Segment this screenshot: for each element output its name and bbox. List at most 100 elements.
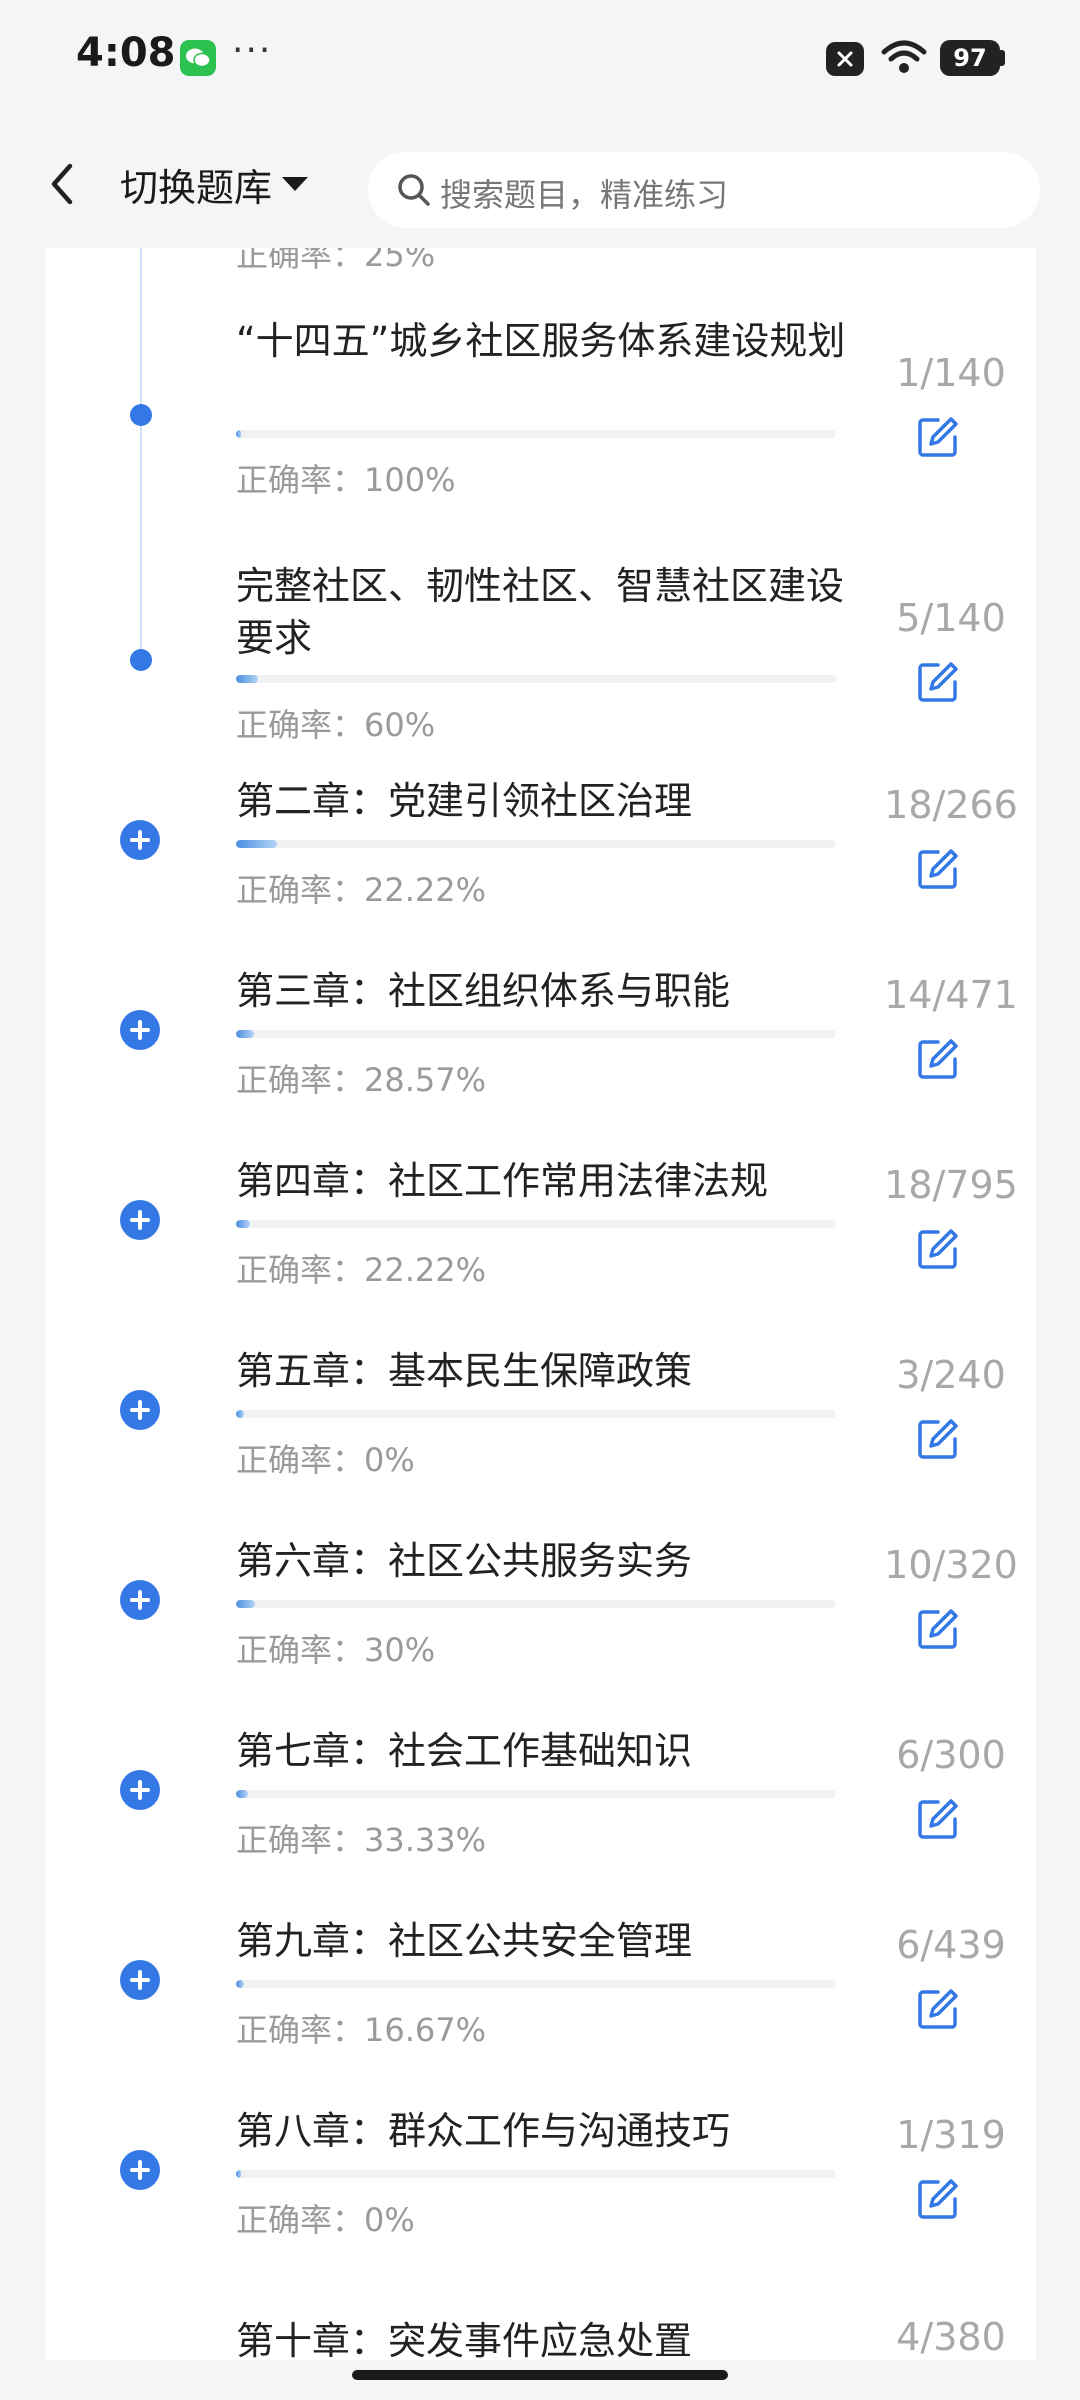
progress-bar bbox=[236, 1030, 836, 1038]
timeline-dot-icon bbox=[130, 404, 152, 426]
list-item[interactable]: 第二章：党建引领社区治理正确率：22.22% 18/266 bbox=[46, 775, 1036, 955]
section-title: “十四五”城乡社区服务体系建设规划 bbox=[236, 319, 846, 363]
progress-fill bbox=[236, 1600, 255, 1608]
section-title: 第八章：群众工作与沟通技巧 bbox=[236, 2109, 731, 2153]
wechat-icon bbox=[180, 40, 216, 76]
timeline-dot-icon bbox=[130, 649, 152, 671]
edit-practice-icon[interactable] bbox=[916, 1607, 960, 1651]
progress-bar bbox=[236, 430, 836, 438]
edit-practice-icon[interactable] bbox=[916, 1797, 960, 1841]
progress-bar bbox=[236, 1410, 836, 1418]
section-count: 1/140 bbox=[896, 351, 1006, 395]
battery-tip bbox=[1000, 50, 1005, 66]
progress-bar bbox=[236, 675, 836, 683]
section-count: 1/319 bbox=[896, 2113, 1006, 2157]
list-item[interactable]: 完整社区、韧性社区、智慧社区建设要求正确率：60% 5/140 bbox=[46, 560, 1036, 780]
section-count: 6/300 bbox=[896, 1733, 1006, 1777]
status-bar: 4:08 ··· 97 bbox=[0, 0, 1080, 120]
progress-bar bbox=[236, 1220, 836, 1228]
expand-plus-icon[interactable] bbox=[120, 1580, 160, 1620]
edit-practice-icon[interactable] bbox=[916, 1987, 960, 2031]
section-title: 第七章：社会工作基础知识 bbox=[236, 1729, 693, 1773]
progress-fill bbox=[236, 1980, 244, 1988]
section-count: 18/266 bbox=[884, 783, 1018, 827]
section-count: 10/320 bbox=[884, 1543, 1018, 1587]
progress-fill bbox=[236, 2170, 241, 2178]
section-title: 第六章：社区公共服务实务 bbox=[236, 1539, 693, 1583]
accuracy-text: 正确率：22.22% bbox=[236, 1251, 487, 1289]
switch-bank-label: 切换题库 bbox=[120, 165, 273, 210]
expand-plus-icon[interactable] bbox=[120, 1960, 160, 2000]
progress-bar bbox=[236, 2170, 836, 2178]
search-icon bbox=[398, 174, 430, 206]
edit-practice-icon[interactable] bbox=[916, 847, 960, 891]
search-placeholder: 搜索题目，精准练习 bbox=[440, 176, 729, 214]
section-title: 第九章：社区公共安全管理 bbox=[236, 1919, 693, 1963]
progress-fill bbox=[236, 1790, 248, 1798]
list-item[interactable]: 第九章：社区公共安全管理正确率：16.67% 6/439 bbox=[46, 1915, 1036, 2095]
edit-practice-icon[interactable] bbox=[916, 2177, 960, 2221]
chapter-list-card: 正确率：25% “十四五”城乡社区服务体系建设规划 正确率：100% 1/140 完整… bbox=[46, 230, 1036, 2360]
section-title: 完整社区、韧性社区、智慧社区建设要求 bbox=[236, 564, 845, 660]
caret-down-icon bbox=[282, 177, 309, 191]
progress-bar bbox=[236, 1980, 836, 1988]
section-title: 第三章：社区组织体系与职能 bbox=[236, 969, 731, 1013]
progress-fill bbox=[236, 840, 277, 848]
search-input[interactable]: 搜索题目，精准练习 bbox=[368, 152, 1040, 228]
list-item[interactable]: 第三章：社区组织体系与职能正确率：28.57% 14/471 bbox=[46, 965, 1036, 1145]
progress-fill bbox=[236, 1220, 250, 1228]
wifi-icon bbox=[881, 40, 927, 73]
accuracy-text: 正确率：28.57% bbox=[236, 1061, 487, 1099]
section-count: 3/240 bbox=[896, 1353, 1006, 1397]
list-item[interactable]: 第六章：社区公共服务实务正确率：30% 10/320 bbox=[46, 1535, 1036, 1715]
progress-bar bbox=[236, 840, 836, 848]
list-item[interactable]: 第七章：社会工作基础知识正确率：33.33% 6/300 bbox=[46, 1725, 1036, 1905]
section-count: 5/140 bbox=[896, 596, 1006, 640]
edit-practice-icon[interactable] bbox=[916, 415, 960, 459]
edit-practice-icon[interactable] bbox=[916, 1417, 960, 1461]
battery-indicator: 97 bbox=[940, 40, 1000, 76]
section-title: 第四章：社区工作常用法律法规 bbox=[236, 1159, 769, 1203]
list-item[interactable]: 第四章：社区工作常用法律法规正确率：22.22% 18/795 bbox=[46, 1155, 1036, 1335]
accuracy-text: 正确率：0% bbox=[236, 2201, 415, 2239]
list-item[interactable]: “十四五”城乡社区服务体系建设规划正确率：100% 1/140 bbox=[46, 315, 1036, 535]
section-title: 第十章：突发事件应急处置 bbox=[236, 2319, 693, 2360]
progress-fill bbox=[236, 675, 258, 683]
edit-practice-icon[interactable] bbox=[916, 1037, 960, 1081]
progress-bar bbox=[236, 1600, 836, 1608]
expand-plus-icon[interactable] bbox=[120, 1010, 160, 1050]
section-title: 第二章：党建引领社区治理 bbox=[236, 779, 693, 823]
status-time: 4:08 bbox=[76, 30, 176, 76]
accuracy-text: 正确率：22.22% bbox=[236, 871, 487, 909]
expand-plus-icon[interactable] bbox=[120, 1390, 160, 1430]
section-title: 第五章：基本民生保障政策 bbox=[236, 1349, 693, 1393]
section-count: 14/471 bbox=[884, 973, 1018, 1017]
expand-plus-icon[interactable] bbox=[120, 1770, 160, 1810]
progress-bar bbox=[236, 1790, 836, 1798]
section-count: 6/439 bbox=[896, 1923, 1006, 1967]
app-header: 切换题库 搜索题目，精准练习 bbox=[0, 120, 1080, 248]
list-item[interactable]: 第五章：基本民生保障政策正确率：0% 3/240 bbox=[46, 1345, 1036, 1525]
back-arrow-icon[interactable] bbox=[42, 160, 82, 208]
accuracy-text: 正确率：0% bbox=[236, 1441, 415, 1479]
accuracy-text: 正确率：30% bbox=[236, 1631, 436, 1669]
list-item[interactable]: 第八章：群众工作与沟通技巧正确率：0% 1/319 bbox=[46, 2105, 1036, 2285]
accuracy-text: 正确率：60% bbox=[236, 706, 436, 744]
section-count: 4/380 bbox=[896, 2315, 1006, 2359]
accuracy-text: 正确率：33.33% bbox=[236, 1821, 487, 1859]
expand-plus-icon[interactable] bbox=[120, 1200, 160, 1240]
progress-fill bbox=[236, 1410, 244, 1418]
home-indicator[interactable] bbox=[352, 2370, 728, 2380]
switch-bank-dropdown[interactable]: 切换题库 bbox=[120, 156, 309, 212]
accuracy-text: 正确率：100% bbox=[236, 461, 456, 499]
progress-fill bbox=[236, 1030, 254, 1038]
notification-more-icon: ··· bbox=[232, 30, 273, 71]
expand-plus-icon[interactable] bbox=[120, 2150, 160, 2190]
expand-plus-icon[interactable] bbox=[120, 820, 160, 860]
accuracy-text: 正确率：16.67% bbox=[236, 2011, 487, 2049]
no-sim-icon bbox=[826, 42, 864, 76]
edit-practice-icon[interactable] bbox=[916, 1227, 960, 1271]
progress-fill bbox=[236, 430, 241, 438]
section-count: 18/795 bbox=[884, 1163, 1018, 1207]
edit-practice-icon[interactable] bbox=[916, 660, 960, 704]
